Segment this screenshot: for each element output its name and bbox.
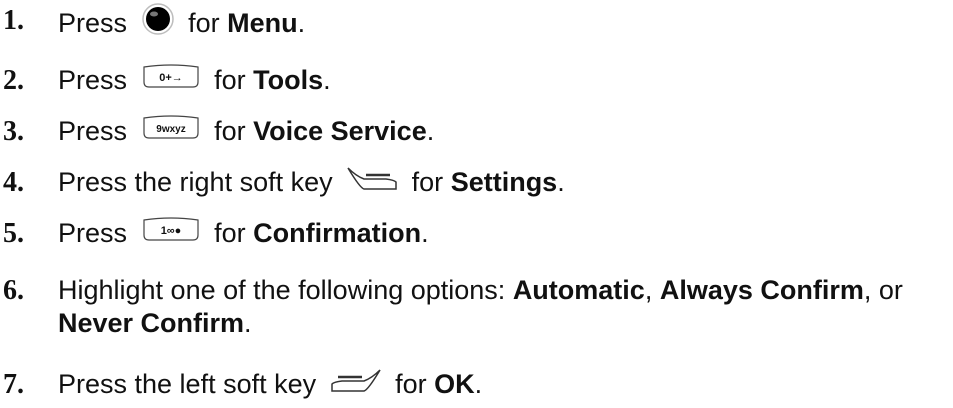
step-text: Press the left soft key: [58, 369, 317, 400]
punctuation: .: [426, 116, 435, 146]
left-soft-key-icon: [330, 366, 382, 402]
right-soft-key-icon: [346, 164, 398, 200]
option-always-confirm: Always Confirm: [659, 275, 864, 305]
step-number: 3.: [3, 116, 24, 147]
confirmation-label: Confirmation: [253, 218, 422, 248]
svg-text:0+→: 0+→: [159, 72, 183, 84]
option-automatic: Automatic: [512, 275, 645, 305]
step-text: Highlight one of the following options:: [58, 275, 506, 305]
step-text: Press: [58, 8, 128, 39]
step-text: for: [411, 167, 444, 198]
step-text: for: [214, 116, 246, 146]
option-never-confirm: Never Confirm: [58, 308, 245, 338]
punctuation: .: [297, 8, 306, 39]
step-number: 5.: [3, 218, 24, 249]
tools-label: Tools: [253, 65, 324, 95]
step-number: 4.: [3, 167, 24, 198]
step-text: Press: [58, 65, 128, 95]
menu-label: Menu: [227, 8, 298, 39]
step-number: 2.: [3, 65, 24, 96]
punctuation: .: [323, 65, 331, 95]
punctuation: .: [474, 369, 483, 400]
step-number: 6.: [3, 275, 24, 306]
svg-text:1∞●: 1∞●: [160, 225, 181, 237]
step-number: 1.: [3, 5, 24, 36]
key-1-icon: 1∞●: [141, 216, 201, 250]
svg-text:9wxyz: 9wxyz: [156, 124, 185, 135]
punctuation: .: [421, 218, 429, 248]
settings-label: Settings: [450, 167, 558, 198]
step-text: for: [395, 369, 427, 400]
step-text: for: [214, 65, 246, 95]
punctuation: ,: [644, 275, 653, 305]
punctuation: .: [244, 308, 252, 338]
ok-label: OK: [434, 369, 475, 400]
step-text: Press the right soft key: [58, 167, 333, 198]
step-text: for: [188, 8, 220, 39]
key-9-wxyz-icon: 9wxyz: [141, 114, 201, 148]
voice-service-label: Voice Service: [253, 116, 427, 146]
step-text: Press: [58, 218, 128, 248]
center-dot-key-icon: [141, 2, 175, 44]
punctuation: .: [557, 167, 565, 198]
punctuation: , or: [863, 275, 903, 305]
step-text: Press: [58, 116, 128, 146]
step-number: 7.: [3, 369, 24, 400]
key-0-icon: 0+→: [141, 63, 201, 97]
step-text: for: [214, 218, 246, 248]
